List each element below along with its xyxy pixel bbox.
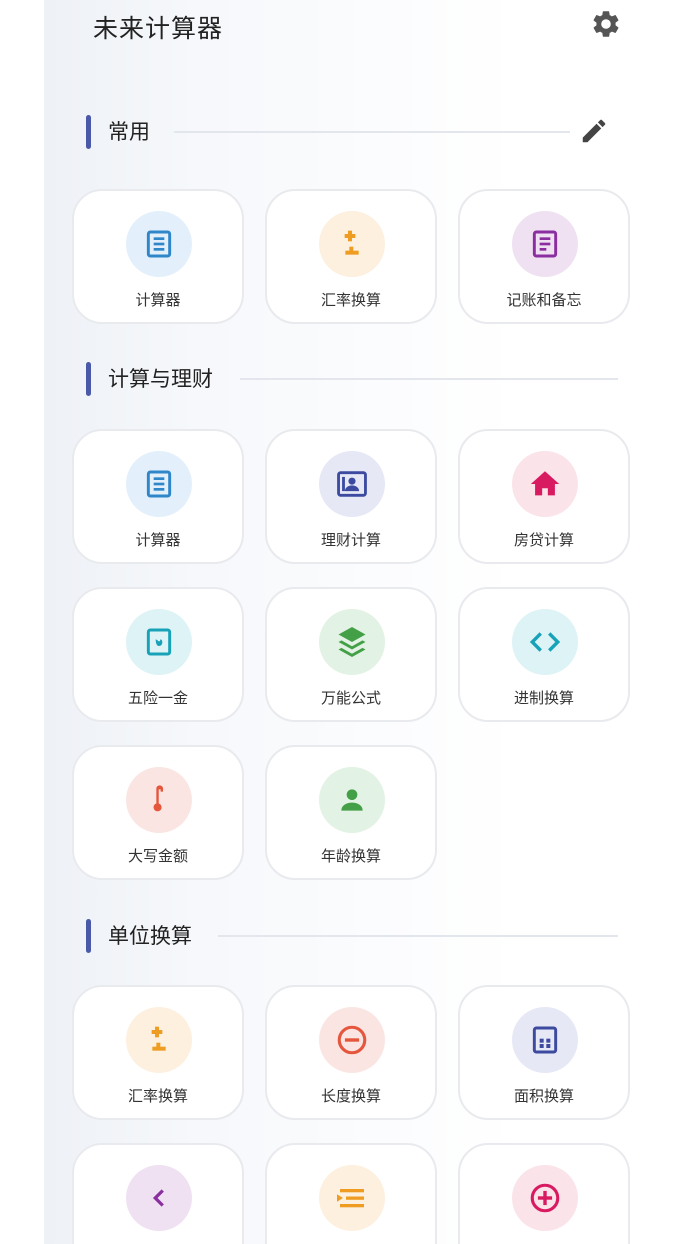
- tool-card[interactable]: 万能公式: [265, 587, 437, 722]
- area-icon: [512, 1007, 578, 1073]
- left-margin: [0, 0, 44, 1244]
- page: 未来计算器 常用 计算器 汇率换算 记账和备忘 计算与理财 计算器 理财计算 房…: [0, 0, 700, 1244]
- tool-card-label: 汇率换算: [127, 1087, 188, 1105]
- tool-card-label: 五险一金: [127, 689, 188, 707]
- tool-card-label: 计算器: [135, 291, 181, 309]
- tool-card-label: 理财计算: [320, 531, 381, 549]
- tool-card[interactable]: 记账和备忘: [458, 189, 630, 324]
- tool-card-label: 大写金额: [127, 847, 188, 865]
- person-icon: [319, 767, 385, 833]
- chevron-left-icon: [126, 1165, 192, 1231]
- tool-card[interactable]: [265, 1143, 437, 1244]
- insurance-icon: [126, 609, 192, 675]
- tool-card[interactable]: 计算器: [72, 189, 244, 324]
- section-header: 计算与理财: [86, 362, 626, 396]
- minus-circle-icon: [319, 1007, 385, 1073]
- plus-minus-icon: [319, 211, 385, 277]
- section-header: 常用: [86, 115, 626, 149]
- code-icon: [512, 609, 578, 675]
- section-title: 常用: [108, 120, 150, 144]
- calculator-icon: [126, 451, 192, 517]
- tool-card-label: 面积换算: [513, 1087, 574, 1105]
- tool-card-label: 年龄换算: [320, 847, 381, 865]
- tool-card-label: 房贷计算: [513, 531, 574, 549]
- plus-circle-icon: [512, 1165, 578, 1231]
- section-header: 单位换算: [86, 919, 626, 953]
- tool-card[interactable]: 面积换算: [458, 985, 630, 1120]
- section-accent-bar: [86, 115, 91, 149]
- tool-card[interactable]: 五险一金: [72, 587, 244, 722]
- tool-card[interactable]: 长度换算: [265, 985, 437, 1120]
- tool-card[interactable]: 汇率换算: [72, 985, 244, 1120]
- tool-card[interactable]: 房贷计算: [458, 429, 630, 564]
- tool-card-label: 进制换算: [513, 689, 574, 707]
- tool-card-label: 长度换算: [320, 1087, 381, 1105]
- section-divider: [240, 378, 618, 380]
- section-divider: [174, 131, 570, 133]
- section-divider: [218, 935, 618, 937]
- layers-icon: [319, 609, 385, 675]
- thermometer-icon: [126, 767, 192, 833]
- top-bar: 未来计算器: [0, 0, 700, 60]
- list-icon: [319, 1165, 385, 1231]
- notes-icon: [512, 211, 578, 277]
- tool-card-label: 汇率换算: [320, 291, 381, 309]
- tool-card[interactable]: 汇率换算: [265, 189, 437, 324]
- tool-card[interactable]: [72, 1143, 244, 1244]
- tool-card[interactable]: 进制换算: [458, 587, 630, 722]
- tool-card-label: 万能公式: [320, 689, 381, 707]
- tool-card[interactable]: 理财计算: [265, 429, 437, 564]
- tool-card[interactable]: 年龄换算: [265, 745, 437, 880]
- home-icon: [512, 451, 578, 517]
- section-title: 计算与理财: [108, 367, 213, 391]
- tool-card-label: 计算器: [135, 531, 181, 549]
- gear-icon[interactable]: [590, 8, 622, 40]
- calculator-icon: [126, 211, 192, 277]
- tool-card-label: 记账和备忘: [506, 291, 582, 309]
- pencil-icon[interactable]: [578, 115, 610, 147]
- plus-minus-icon: [126, 1007, 192, 1073]
- section-accent-bar: [86, 919, 91, 953]
- app-title: 未来计算器: [93, 14, 224, 43]
- portrait-icon: [319, 451, 385, 517]
- tool-card[interactable]: 大写金额: [72, 745, 244, 880]
- section-accent-bar: [86, 362, 91, 396]
- section-title: 单位换算: [108, 924, 192, 948]
- tool-card[interactable]: [458, 1143, 630, 1244]
- tool-card[interactable]: 计算器: [72, 429, 244, 564]
